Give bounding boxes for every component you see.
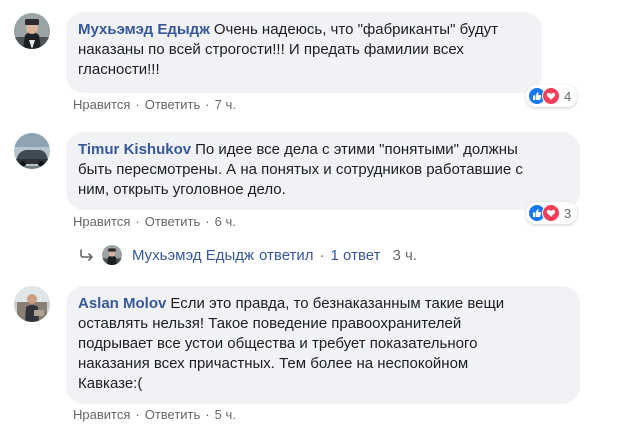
comment-1-author[interactable]: Мухьэмэд Едыдж (78, 21, 210, 38)
comment-3-like-link[interactable]: Нравится (73, 407, 130, 422)
comment-2-like-link[interactable]: Нравится (73, 214, 130, 229)
comment-2-actions: Нравится · Ответить · 6 ч. (73, 214, 236, 229)
comment-2-text-line-3: ним, открыть уголовное дело. (78, 181, 286, 198)
comment-1-timestamp[interactable]: 7 ч. (215, 97, 236, 112)
reply-count: 1 ответ (330, 246, 381, 264)
reply-arrow-icon (80, 249, 94, 261)
comment-3-actions: Нравится · Ответить · 5 ч. (73, 407, 236, 422)
love-reaction-icon (542, 87, 560, 105)
comment-1-actions: Нравится · Ответить · 7 ч. (73, 97, 236, 112)
comment-1-text-line-2: наказаны по всей строгости!!! И предать … (78, 41, 464, 58)
reply-verb: ответил (259, 246, 314, 264)
comment-1-avatar[interactable] (14, 13, 50, 49)
comment-1-reply-link[interactable]: Ответить (145, 97, 201, 112)
comment-2-reaction-count: 3 (564, 205, 572, 221)
comment-2-reactions[interactable]: 3 (526, 202, 578, 224)
comment-1-text-line-3: гласности!!! (78, 61, 160, 78)
separator-dot: · (135, 97, 140, 112)
reply-author-avatar (102, 245, 122, 265)
comment-3-reply-link[interactable]: Ответить (145, 407, 201, 422)
comment-3-bubble: Aslan Molov Если это правда, то безнаказа… (66, 286, 580, 404)
love-reaction-icon (542, 204, 560, 222)
comment-1-text-line-1: Очень надеюсь, что "фабриканты" будут (213, 21, 498, 38)
comment-3-author[interactable]: Aslan Molov (78, 295, 166, 312)
comment-2-author[interactable]: Timur Kishukov (78, 141, 191, 158)
comment-2-reply-link[interactable]: Ответить (145, 214, 201, 229)
comment-2-bubble: Timur Kishukov По идее все дела с этими "… (66, 132, 580, 210)
comment-3-timestamp[interactable]: 5 ч. (215, 407, 236, 422)
separator-dot: · (319, 246, 325, 264)
separator-dot: · (135, 214, 140, 229)
separator-dot: · (135, 407, 140, 422)
comment-2-text-line-1: По идее все дела с этими "понятыми" долж… (195, 141, 518, 158)
separator-dot: · (205, 214, 210, 229)
comment-3-avatar[interactable] (14, 286, 50, 322)
comment-2-text-line-2: быть пересмотрены. А на понятых и сотруд… (78, 161, 523, 178)
comment-1-like-link[interactable]: Нравится (73, 97, 130, 112)
separator-dot: · (205, 407, 210, 422)
comment-1-reactions[interactable]: 4 (526, 85, 578, 107)
comment-1-reaction-count: 4 (564, 88, 572, 104)
separator-dot: · (205, 97, 210, 112)
reply-author-name: Мухьэмэд Едыдж (132, 246, 255, 264)
comment-3-text-line-2: оставлять нельзя! Такое поведение правоо… (78, 315, 462, 332)
comment-3-text-line-3: подрывает все устои общества и требует п… (78, 335, 478, 352)
comment-3-text-line-4: наказания всех причастных. Тем более на … (78, 355, 469, 372)
reply-time: 3 ч. (392, 246, 417, 264)
comment-2-avatar[interactable] (14, 133, 50, 169)
comment-3-text-line-1: Если это правда, то безнаказанным такие … (170, 295, 505, 312)
comment-2-timestamp[interactable]: 6 ч. (215, 214, 236, 229)
view-replies-row[interactable]: Мухьэмэд Едыдж ответил · 1 ответ 3 ч. (80, 245, 417, 265)
comment-3-text-line-5: Кавказе:( (78, 375, 143, 392)
comment-1-bubble: Мухьэмэд Едыдж Очень надеюсь, что "фабрик… (66, 12, 542, 93)
